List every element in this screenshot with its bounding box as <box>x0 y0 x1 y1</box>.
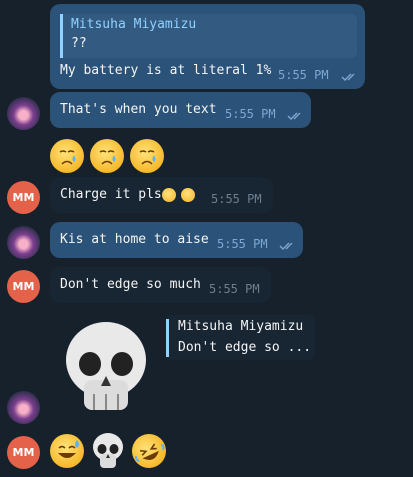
skull-icon <box>66 322 146 410</box>
double-check-icon <box>287 112 301 120</box>
message-time: 5:55 PM <box>278 68 329 82</box>
sweat-smile-icon <box>50 434 84 468</box>
crying-face-icon <box>181 188 195 202</box>
message-bubble-outgoing[interactable]: That's when you text 5:55 PM <box>50 92 311 128</box>
avatar[interactable] <box>7 226 40 259</box>
message-bubble-incoming[interactable]: Don't edge so much 5:55 PM <box>50 267 271 303</box>
message-bubble-outgoing[interactable]: Mitsuha Miyamizu ?? My battery is at lit… <box>50 4 365 89</box>
message-text: Kis at home to aise <box>60 232 209 247</box>
message-bubble-incoming[interactable]: Charge it pls 5:55 PM <box>50 177 273 213</box>
message-text: My battery is at literal 1% <box>60 63 272 78</box>
message-text: Charge it pls <box>60 187 162 202</box>
double-check-icon <box>279 242 293 250</box>
message-text: Don't edge so much <box>60 277 201 292</box>
message-text: That's when you text <box>60 102 217 117</box>
crying-face-icon <box>90 139 124 173</box>
rofl-icon <box>126 428 172 474</box>
message-time: 5:55 PM <box>225 107 276 121</box>
avatar[interactable]: MM <box>7 436 40 469</box>
reply-sender-name: Mitsuha Miyamizu <box>71 17 197 32</box>
avatar[interactable]: MM <box>7 181 40 214</box>
skull-icon <box>91 432 125 474</box>
reply-preview[interactable]: Mitsuha Miyamizu ?? <box>60 14 357 58</box>
crying-face-icon <box>130 139 164 173</box>
avatar[interactable] <box>7 97 40 130</box>
reply-text: Don't edge so ... <box>178 340 312 355</box>
crying-face-icon <box>50 139 84 173</box>
sweat-smile-icon <box>162 188 176 202</box>
avatar[interactable] <box>7 391 40 424</box>
skull-sticker[interactable] <box>62 320 150 415</box>
reply-bubble[interactable]: Mitsuha Miyamizu Don't edge so ... <box>166 315 315 360</box>
message-bubble-outgoing[interactable]: Kis at home to aise 5:55 PM <box>50 222 303 258</box>
reply-accent-bar <box>166 319 169 357</box>
avatar[interactable]: MM <box>7 270 40 303</box>
reply-sender-name: Mitsuha Miyamizu <box>178 319 304 334</box>
emoji-message[interactable] <box>50 139 170 175</box>
double-check-icon <box>341 73 355 81</box>
reply-text: ?? <box>71 36 87 51</box>
message-time: 5:55 PM <box>217 237 268 251</box>
message-time: 5:55 PM <box>211 192 262 206</box>
emoji-message[interactable] <box>50 428 172 474</box>
message-time: 5:55 PM <box>209 282 260 296</box>
